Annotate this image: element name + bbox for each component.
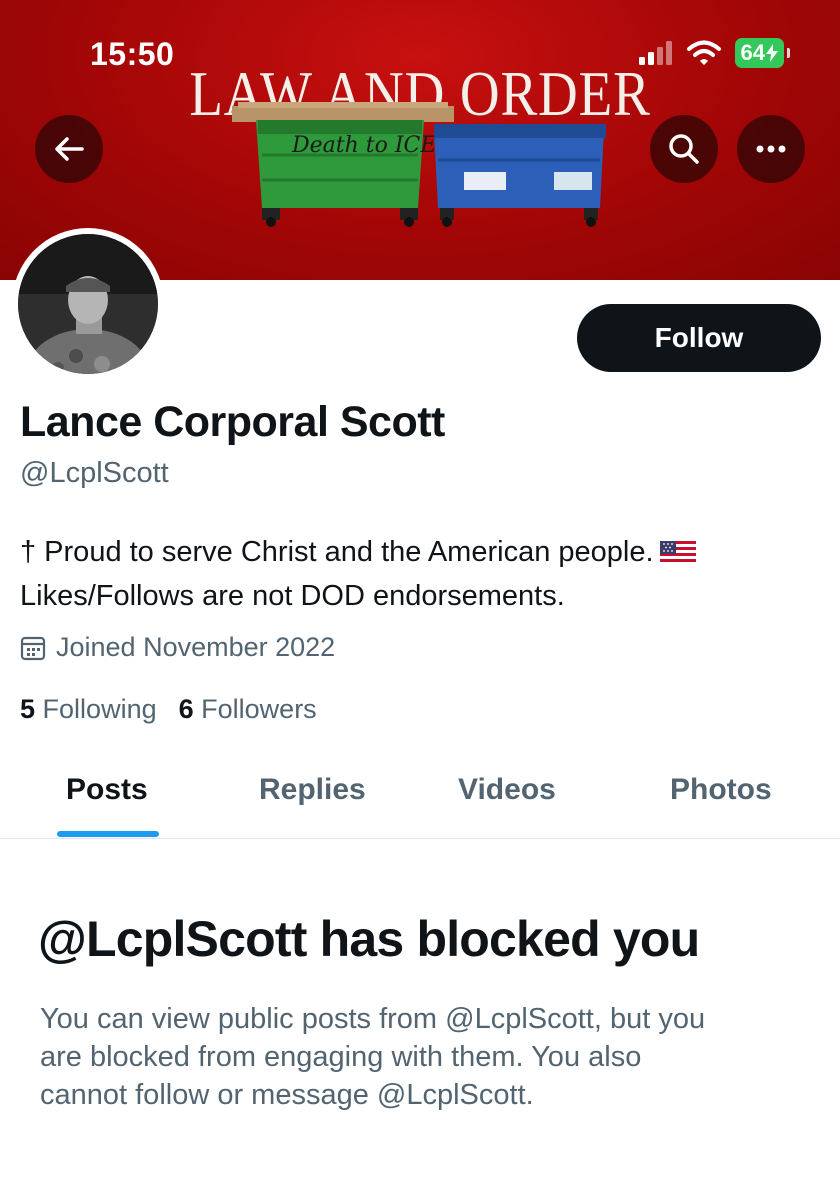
search-icon: [669, 134, 699, 164]
cellular-signal-icon: [638, 41, 672, 65]
follow-stats: 5 Following 6 Followers: [20, 694, 317, 725]
calendar-icon: [20, 636, 46, 660]
tab-posts[interactable]: Posts: [66, 773, 148, 807]
graffiti-text: Death to ICE: [291, 133, 436, 158]
followers-link[interactable]: 6 Followers: [179, 694, 317, 725]
followers-label: Followers: [201, 694, 317, 724]
back-button[interactable]: [35, 115, 103, 183]
joined-text: Joined November 2022: [56, 632, 336, 662]
more-horizontal-icon: [756, 145, 786, 153]
profile-handle: @LcplScott: [20, 457, 169, 489]
more-options-button[interactable]: [737, 115, 805, 183]
charging-bolt-icon: [766, 44, 778, 62]
tab-replies[interactable]: Replies: [259, 773, 366, 807]
tab-photos[interactable]: Photos: [670, 773, 772, 807]
wifi-icon: [686, 40, 721, 65]
status-time: 15:50: [90, 36, 175, 72]
active-tab-indicator: [57, 831, 159, 837]
avatar[interactable]: [12, 228, 164, 380]
profile-tabs: Posts Replies Videos Photos: [0, 755, 840, 839]
us-flag-icon: [659, 541, 696, 566]
profile-bio: † Proud to serve Christ and the American…: [20, 530, 810, 618]
battery-level: 64: [740, 40, 765, 65]
arrow-left-icon: [55, 137, 84, 161]
followers-count: 6: [178, 694, 194, 724]
avatar-photo: [18, 234, 158, 374]
following-link[interactable]: 5 Following: [20, 694, 157, 725]
status-indicators: 64: [638, 38, 791, 68]
profile-photo-icon: [18, 234, 158, 374]
blocked-desc-line-2: are blocked from engaging with them. You…: [40, 1041, 642, 1073]
blocked-desc-line-1: You can view public posts from @LcplScot…: [40, 1003, 706, 1035]
following-count: 5: [20, 694, 36, 724]
display-name: Lance Corporal Scott: [20, 398, 445, 446]
follow-button[interactable]: Follow: [577, 304, 821, 372]
blocked-description: You can view public posts from @LcplScot…: [40, 1000, 810, 1114]
following-label: Following: [42, 694, 157, 724]
bio-line-1: † Proud to serve Christ and the American…: [20, 530, 810, 574]
blocked-title: @LcplScott has blocked you: [38, 911, 700, 967]
tab-videos[interactable]: Videos: [458, 773, 556, 807]
bio-text-1: † Proud to serve Christ and the American…: [20, 536, 654, 568]
bio-line-2: Likes/Follows are not DOD endorsements.: [20, 580, 565, 612]
dumpster-illustration: Death to ICE: [232, 102, 606, 227]
blocked-desc-line-3: cannot follow or message @LcplScott.: [40, 1079, 534, 1111]
battery-indicator: 64: [734, 38, 791, 68]
search-button[interactable]: [650, 115, 718, 183]
joined-date: Joined November 2022: [20, 632, 335, 663]
